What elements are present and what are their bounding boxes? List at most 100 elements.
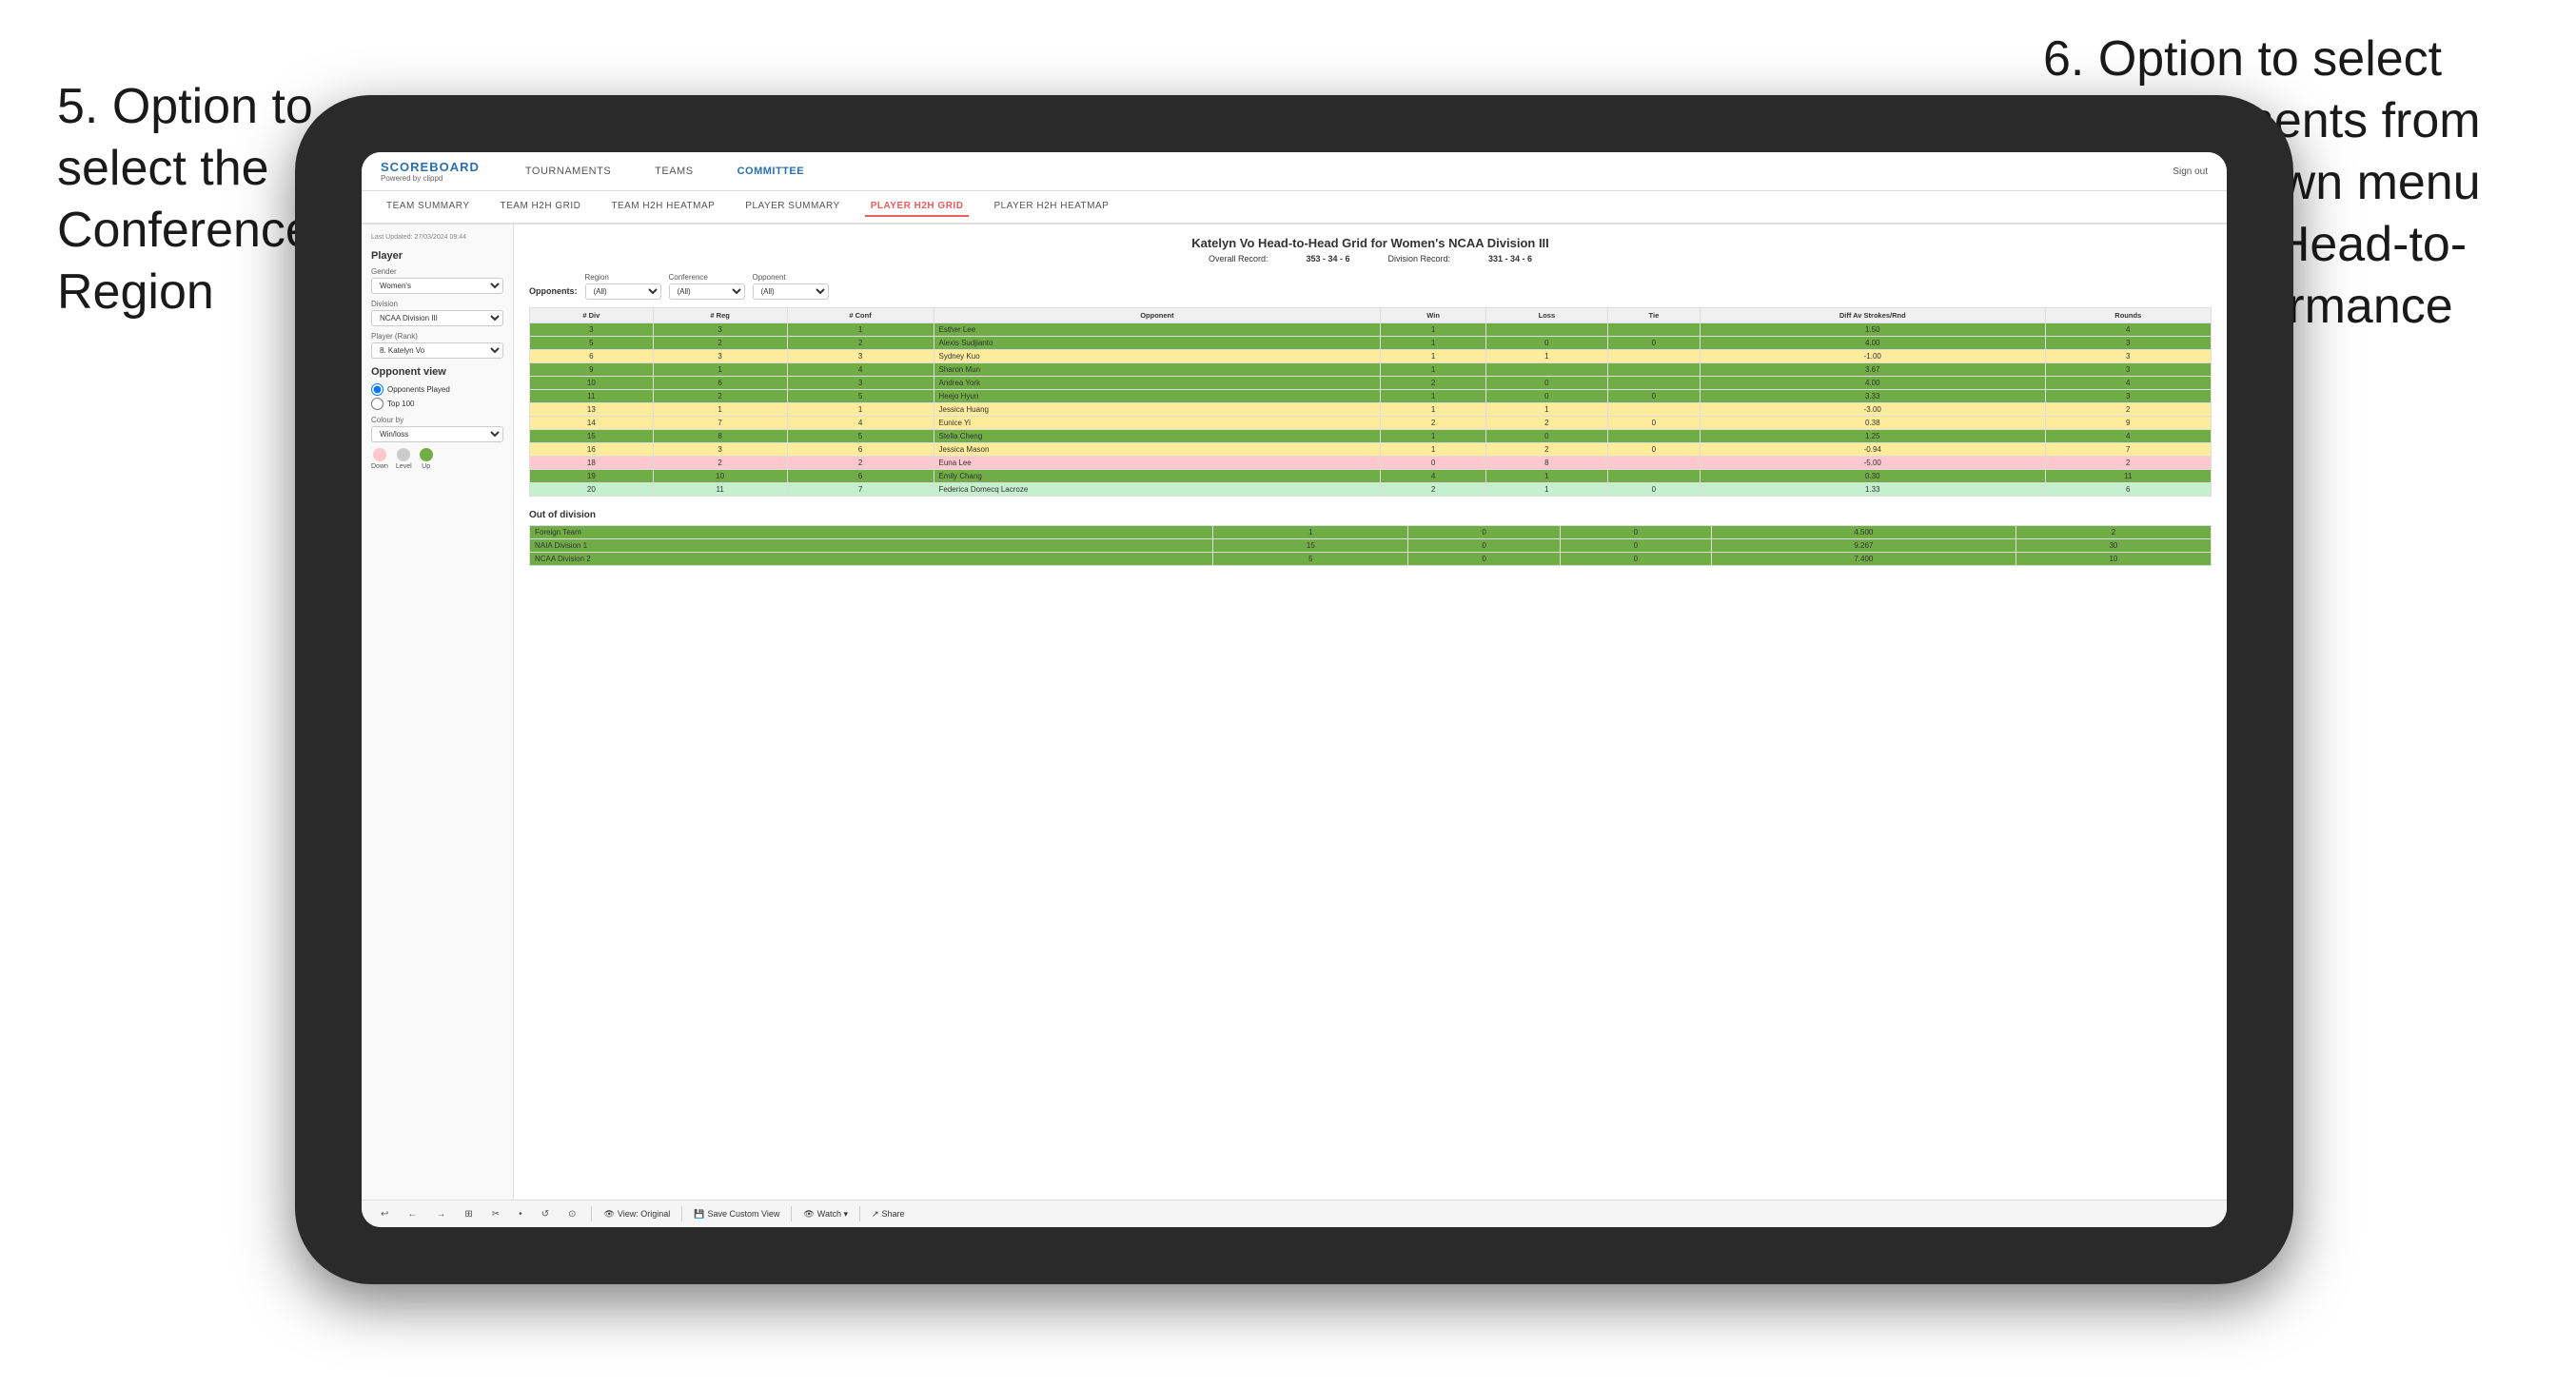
region-filter-label: Region xyxy=(585,273,661,282)
sub-nav-team-h2h-heatmap[interactable]: TEAM H2H HEATMAP xyxy=(605,197,720,217)
nav-teams[interactable]: TEAMS xyxy=(647,162,700,181)
cell-1: 8 xyxy=(653,430,787,443)
cell-5 xyxy=(1485,363,1607,377)
out-div-opponent: NCAA Division 2 xyxy=(530,553,1213,566)
colour-by-select[interactable]: Win/loss xyxy=(371,426,503,442)
cell-1: 3 xyxy=(653,350,787,363)
opponent-filter-select[interactable]: (All) xyxy=(753,283,829,300)
undo-btn[interactable]: ↩ xyxy=(377,1207,392,1221)
cell-2: 5 xyxy=(787,390,934,403)
sub-nav-team-summary[interactable]: TEAM SUMMARY xyxy=(381,197,476,217)
cell-3: Eunice Yi xyxy=(934,417,1381,430)
out-div-cell-3: 7.400 xyxy=(1711,553,2016,566)
radio-top100[interactable]: Top 100 xyxy=(371,398,503,410)
region-filter-group: Region (All) xyxy=(585,273,661,300)
share-btn[interactable]: ↗ Share xyxy=(872,1209,905,1220)
cell-5: 0 xyxy=(1485,377,1607,390)
sub-nav: TEAM SUMMARY TEAM H2H GRID TEAM H2H HEAT… xyxy=(362,191,2227,224)
target-btn[interactable]: ⊙ xyxy=(564,1207,580,1221)
cell-7: -5.00 xyxy=(1701,457,2045,470)
conference-filter-group: Conference (All) xyxy=(669,273,745,300)
cell-2: 3 xyxy=(787,377,934,390)
table-row: 1063Andrea York204.004 xyxy=(530,377,2212,390)
cell-0: 18 xyxy=(530,457,654,470)
gender-select[interactable]: Women's xyxy=(371,278,503,294)
back-btn[interactable]: ← xyxy=(403,1207,421,1221)
out-div-cell-4: 10 xyxy=(2016,553,2211,566)
table-row: 914Sharon Mun13.673 xyxy=(530,363,2212,377)
report-title: Katelyn Vo Head-to-Head Grid for Women's… xyxy=(529,236,2212,250)
col-loss: Loss xyxy=(1485,308,1607,323)
opponents-prefix: Opponents: xyxy=(529,286,578,296)
cell-3: Jessica Mason xyxy=(934,443,1381,457)
share-icon: ↗ xyxy=(872,1209,879,1220)
cell-5: 1 xyxy=(1485,483,1607,497)
table-row: 522Alexis Sudjianto1004.003 xyxy=(530,337,2212,350)
cell-8: 2 xyxy=(2045,403,2212,417)
out-div-cell-0: 15 xyxy=(1213,539,1408,553)
nav-tournaments[interactable]: TOURNAMENTS xyxy=(518,162,619,181)
cell-4: 1 xyxy=(1381,337,1486,350)
out-div-cell-1: 0 xyxy=(1408,526,1560,539)
cell-3: Esther Lee xyxy=(934,323,1381,337)
table-row: 1474Eunice Yi2200.389 xyxy=(530,417,2212,430)
cell-0: 14 xyxy=(530,417,654,430)
record-row: Overall Record: 353 - 34 - 6 Division Re… xyxy=(529,254,2212,264)
cell-2: 4 xyxy=(787,417,934,430)
overall-record-value: 353 - 34 - 6 xyxy=(1306,254,1349,264)
cell-0: 5 xyxy=(530,337,654,350)
cell-7: 1.25 xyxy=(1701,430,2045,443)
color-indicators: Down Level Up xyxy=(371,448,503,470)
nav-bar: SCOREBOARD Powered by clippd TOURNAMENTS… xyxy=(362,152,2227,191)
player-rank-select[interactable]: 8. Katelyn Vo xyxy=(371,342,503,359)
cell-1: 2 xyxy=(653,337,787,350)
sign-out-link[interactable]: Sign out xyxy=(2173,166,2208,177)
save-icon: 💾 xyxy=(694,1209,704,1220)
cell-6 xyxy=(1607,403,1700,417)
radio-opponents-played[interactable]: Opponents Played xyxy=(371,383,503,396)
nav-committee[interactable]: COMMITTEE xyxy=(730,162,813,181)
region-filter-select[interactable]: (All) xyxy=(585,283,661,300)
cell-7: 4.00 xyxy=(1701,337,2045,350)
forward-btn[interactable]: → xyxy=(432,1207,449,1221)
refresh-btn[interactable]: ↺ xyxy=(538,1207,553,1221)
filter-row: Opponents: Region (All) Conference (All) xyxy=(529,273,2212,300)
grid-btn[interactable]: ⊞ xyxy=(461,1207,476,1221)
cell-8: 11 xyxy=(2045,470,2212,483)
view-original-btn[interactable]: 👁 View: Original xyxy=(603,1209,670,1220)
up-color-dot xyxy=(420,448,433,461)
cell-1: 2 xyxy=(653,390,787,403)
cell-7: -3.00 xyxy=(1701,403,2045,417)
watch-btn[interactable]: 👁 Watch ▾ xyxy=(803,1209,848,1220)
sub-nav-player-summary[interactable]: PLAYER SUMMARY xyxy=(739,197,845,217)
level-color-dot xyxy=(397,448,410,461)
cell-1: 3 xyxy=(653,323,787,337)
cell-3: Heejo Hyun xyxy=(934,390,1381,403)
main-content: Last Updated: 27/03/2024 09:44 Player Ge… xyxy=(362,224,2227,1200)
cut-btn[interactable]: ✂ xyxy=(488,1207,503,1221)
cell-7: 3.67 xyxy=(1701,363,2045,377)
conference-filter-select[interactable]: (All) xyxy=(669,283,745,300)
cell-8: 4 xyxy=(2045,430,2212,443)
save-custom-btn[interactable]: 💾 Save Custom View xyxy=(694,1209,779,1220)
col-opponent: Opponent xyxy=(934,308,1381,323)
cell-6 xyxy=(1607,377,1700,390)
division-select[interactable]: NCAA Division III xyxy=(371,310,503,326)
view-icon: 👁 xyxy=(603,1209,614,1220)
opponent-view-group: Opponents Played Top 100 xyxy=(371,383,503,410)
division-record-value: 331 - 34 - 6 xyxy=(1488,254,1532,264)
h2h-table: # Div # Reg # Conf Opponent Win Loss Tie… xyxy=(529,307,2212,497)
cell-8: 3 xyxy=(2045,350,2212,363)
out-div-opponent: NAIA Division 1 xyxy=(530,539,1213,553)
sub-nav-player-h2h-heatmap[interactable]: PLAYER H2H HEATMAP xyxy=(988,197,1114,217)
sub-nav-team-h2h-grid[interactable]: TEAM H2H GRID xyxy=(495,197,587,217)
cell-0: 6 xyxy=(530,350,654,363)
cell-2: 7 xyxy=(787,483,934,497)
cell-2: 1 xyxy=(787,403,934,417)
table-row: 1585Stella Cheng101.254 xyxy=(530,430,2212,443)
conference-filter-label: Conference xyxy=(669,273,745,282)
cell-0: 20 xyxy=(530,483,654,497)
cell-2: 5 xyxy=(787,430,934,443)
sub-nav-player-h2h-grid[interactable]: PLAYER H2H GRID xyxy=(865,197,970,217)
dot-btn[interactable]: • xyxy=(515,1207,526,1221)
